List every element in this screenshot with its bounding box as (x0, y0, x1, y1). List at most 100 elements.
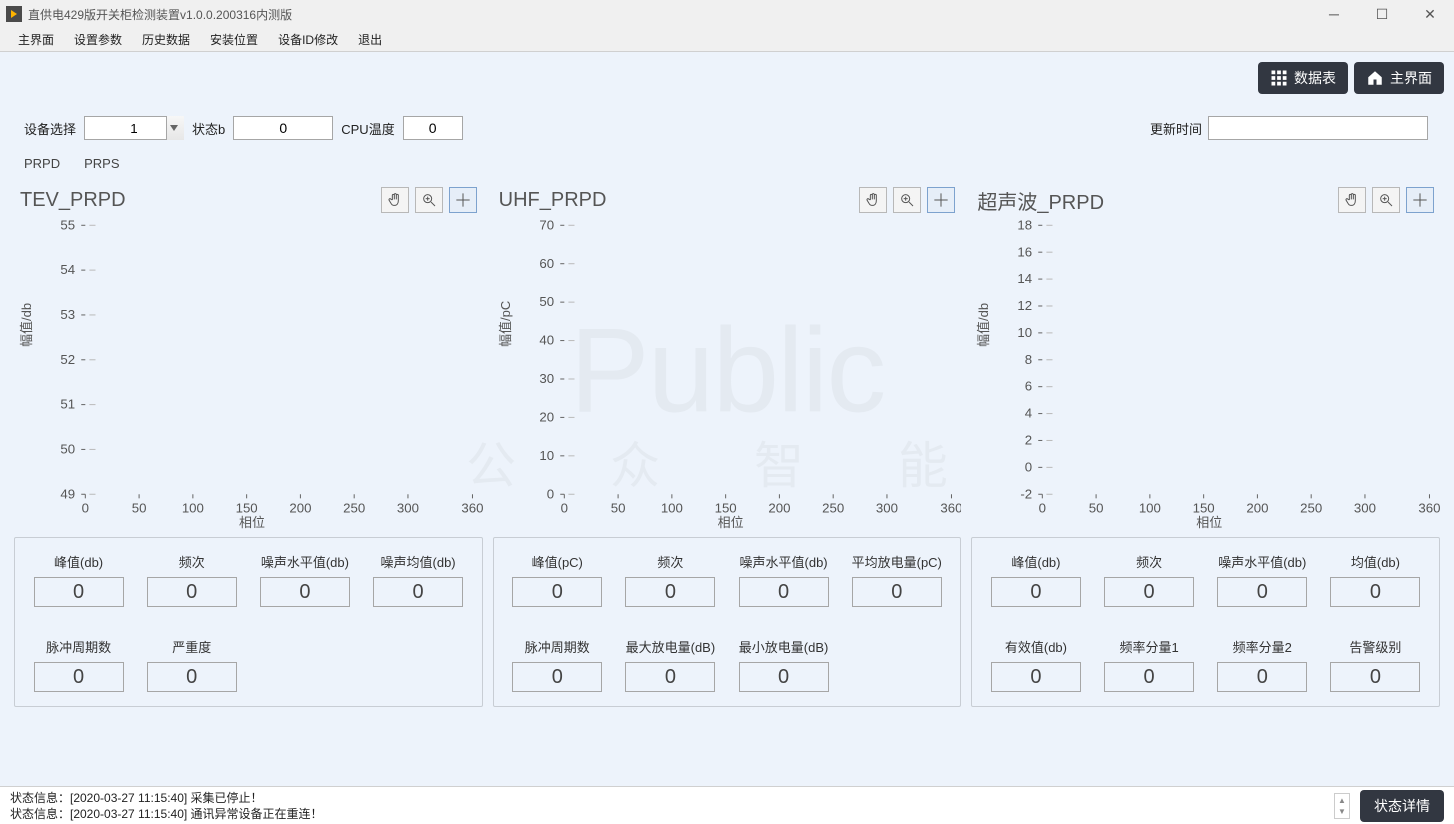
menu-main[interactable]: 主界面 (8, 29, 64, 50)
metric-1-4: 脉冲周期数 0 (504, 637, 611, 692)
close-button[interactable]: ✕ (1406, 0, 1454, 28)
metric-1-1: 频次 0 (617, 552, 724, 607)
metric-1-5: 最大放电量(dB) 0 (617, 637, 724, 692)
svg-text:40: 40 (539, 333, 554, 348)
metric-label-2-1: 频次 (1136, 552, 1162, 571)
zoom-tool-2[interactable] (1372, 187, 1400, 213)
chart-title-2: 超声波_PRPD (977, 186, 1104, 215)
menu-settings[interactable]: 设置参数 (64, 29, 132, 50)
svg-text:250: 250 (822, 501, 844, 516)
chart-2: 超声波_PRPD 幅值/db -202468101214161805010015… (971, 181, 1440, 527)
metrics-panel-0: 峰值(db) 0频次 0噪声水平值(db) 0噪声均值(db) 0脉冲周期数 0… (14, 537, 483, 707)
svg-text:200: 200 (289, 501, 311, 516)
metric-2-5: 频率分量1 0 (1096, 637, 1203, 692)
scroll-indicator[interactable]: ▲ ▼ (1334, 793, 1350, 819)
svg-text:-2: -2 (1021, 486, 1033, 501)
status-input[interactable] (233, 116, 333, 140)
chart-body-1[interactable]: 幅值/pC 0102030405060700501001502002503003… (493, 217, 962, 527)
app-icon (6, 6, 22, 22)
chevron-down-icon[interactable] (166, 116, 184, 140)
svg-text:100: 100 (1139, 501, 1161, 516)
svg-text:12: 12 (1018, 298, 1033, 313)
metric-1-3: 平均放电量(pC) 0 (843, 552, 950, 607)
pan-tool-1[interactable] (859, 187, 887, 213)
chart-title-1: UHF_PRPD (499, 189, 607, 212)
crosshair-tool-0[interactable] (449, 187, 477, 213)
xlabel-0: 相位 (239, 512, 265, 531)
metric-label-0-1: 频次 (179, 552, 205, 571)
metric-value-1-6: 0 (739, 662, 829, 692)
controls-row: 设备选择 状态b CPU温度 更新时间 (24, 116, 1446, 140)
metric-label-1-2: 噪声水平值(db) (740, 552, 828, 571)
svg-text:50: 50 (1089, 501, 1104, 516)
ylabel-1: 幅值/pC (495, 301, 514, 347)
zoom-tool-0[interactable] (415, 187, 443, 213)
svg-text:50: 50 (610, 501, 625, 516)
chart-1: UHF_PRPD 幅值/pC 0102030405060700501001502… (493, 181, 962, 527)
metrics-row: 峰值(db) 0频次 0噪声水平值(db) 0噪声均值(db) 0脉冲周期数 0… (8, 537, 1446, 707)
metric-0-0: 峰值(db) 0 (25, 552, 132, 607)
svg-text:53: 53 (60, 307, 75, 322)
metric-value-0-4: 0 (34, 662, 124, 692)
crosshair-tool-1[interactable] (927, 187, 955, 213)
metric-value-2-7: 0 (1330, 662, 1420, 692)
tab-prps[interactable]: PRPS (82, 152, 121, 175)
svg-text:200: 200 (1247, 501, 1269, 516)
svg-text:70: 70 (539, 217, 554, 232)
metric-2-6: 频率分量2 0 (1209, 637, 1316, 692)
chart-body-0[interactable]: 幅值/db 4950515253545505010015020025030036… (14, 217, 483, 527)
pan-tool-0[interactable] (381, 187, 409, 213)
update-time-input[interactable] (1208, 116, 1428, 140)
menu-history[interactable]: 历史数据 (132, 29, 200, 50)
metrics-panel-2: 峰值(db) 0频次 0噪声水平值(db) 0均值(db) 0有效值(db) 0… (971, 537, 1440, 707)
svg-text:250: 250 (1300, 501, 1322, 516)
metric-value-0-1: 0 (147, 577, 237, 607)
metric-value-1-5: 0 (625, 662, 715, 692)
status-msg-0: 状态信息：[2020-03-27 11:15:40] 采集已停止！ (10, 790, 323, 806)
view-tabs: PRPD PRPS (22, 152, 1446, 175)
top-buttons: 数据表 主界面 (1258, 62, 1444, 94)
svg-text:0: 0 (1039, 501, 1046, 516)
titlebar: 直供电429版开关柜检测装置v1.0.0.200316内测版 ─ ☐ ✕ (0, 0, 1454, 28)
metric-value-2-5: 0 (1104, 662, 1194, 692)
pan-tool-2[interactable] (1338, 187, 1366, 213)
zoom-tool-1[interactable] (893, 187, 921, 213)
metric-2-1: 频次 0 (1096, 552, 1203, 607)
ylabel-0: 幅值/db (16, 303, 35, 347)
metric-label-0-5: 严重度 (172, 637, 211, 656)
status-detail-button[interactable]: 状态详情 (1360, 790, 1444, 822)
tab-prpd[interactable]: PRPD (22, 152, 62, 175)
svg-text:360: 360 (1419, 501, 1440, 516)
metric-0-3: 噪声均值(db) 0 (365, 552, 472, 607)
svg-text:50: 50 (539, 294, 554, 309)
main-view-button[interactable]: 主界面 (1354, 62, 1444, 94)
svg-text:360: 360 (461, 501, 482, 516)
metric-0-2: 噪声水平值(db) 0 (251, 552, 358, 607)
window-title: 直供电429版开关柜检测装置v1.0.0.200316内测版 (28, 6, 292, 23)
menu-install[interactable]: 安装位置 (200, 29, 268, 50)
data-table-button[interactable]: 数据表 (1258, 62, 1348, 94)
metric-value-1-2: 0 (739, 577, 829, 607)
minimize-button[interactable]: ─ (1310, 0, 1358, 28)
charts-row: TEV_PRPD 幅值/db 4950515253545505010015020… (8, 181, 1446, 527)
update-time-label: 更新时间 (1150, 119, 1202, 138)
cpu-temp-label: CPU温度 (341, 119, 394, 138)
menu-device-id[interactable]: 设备ID修改 (268, 29, 348, 50)
xlabel-2: 相位 (1196, 512, 1222, 531)
svg-text:200: 200 (768, 501, 790, 516)
crosshair-tool-2[interactable] (1406, 187, 1434, 213)
menu-exit[interactable]: 退出 (348, 29, 392, 50)
cpu-temp-input[interactable] (403, 116, 463, 140)
svg-text:0: 0 (1025, 459, 1032, 474)
maximize-button[interactable]: ☐ (1358, 0, 1406, 28)
svg-text:10: 10 (1018, 325, 1033, 340)
metric-label-1-5: 最大放电量(dB) (626, 637, 716, 656)
svg-text:50: 50 (60, 442, 75, 457)
metric-value-1-4: 0 (512, 662, 602, 692)
svg-text:250: 250 (343, 501, 365, 516)
device-select-label: 设备选择 (24, 119, 76, 138)
chart-body-2[interactable]: 幅值/db -202468101214161805010015020025030… (971, 217, 1440, 527)
chart-title-0: TEV_PRPD (20, 189, 126, 212)
svg-text:100: 100 (660, 501, 682, 516)
svg-text:30: 30 (539, 371, 554, 386)
